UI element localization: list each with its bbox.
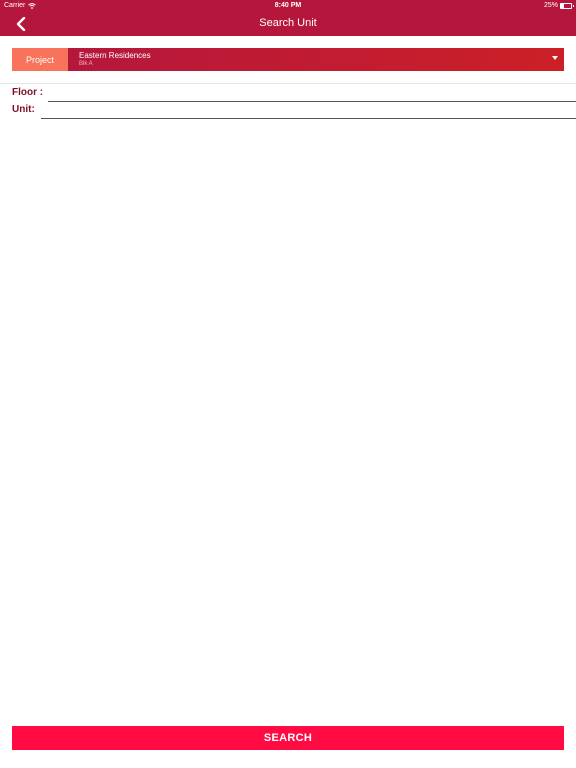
clock: 8:40 PM: [274, 2, 302, 9]
unit-label: Unit:: [12, 104, 35, 115]
project-dropdown[interactable]: Eastern Residences Blk A: [68, 48, 564, 71]
battery-indicator: 25%: [543, 2, 574, 9]
navigation-bar: Search Unit: [0, 12, 576, 36]
battery-fill: [561, 3, 564, 8]
section-divider: [0, 83, 576, 84]
project-block: Blk A: [79, 61, 93, 67]
project-label: Project: [12, 48, 68, 71]
unit-field: Unit:: [12, 104, 576, 120]
battery-icon: [560, 2, 574, 9]
project-name: Eastern Residences: [79, 51, 151, 60]
unit-underline: [41, 118, 576, 119]
floor-label: Floor :: [12, 87, 44, 98]
floor-field: Floor :: [12, 87, 576, 103]
project-selector-row: Project Eastern Residences Blk A: [12, 48, 564, 71]
unit-input[interactable]: [43, 104, 576, 118]
page-title: Search Unit: [259, 17, 317, 29]
status-bar: Carrier 8:40 PM 25%: [0, 0, 576, 12]
battery-percent: 25%: [543, 2, 558, 9]
search-button[interactable]: SEARCH: [12, 726, 564, 750]
floor-input[interactable]: [50, 87, 576, 101]
caret-down-icon: [552, 56, 558, 60]
floor-underline: [48, 101, 576, 102]
